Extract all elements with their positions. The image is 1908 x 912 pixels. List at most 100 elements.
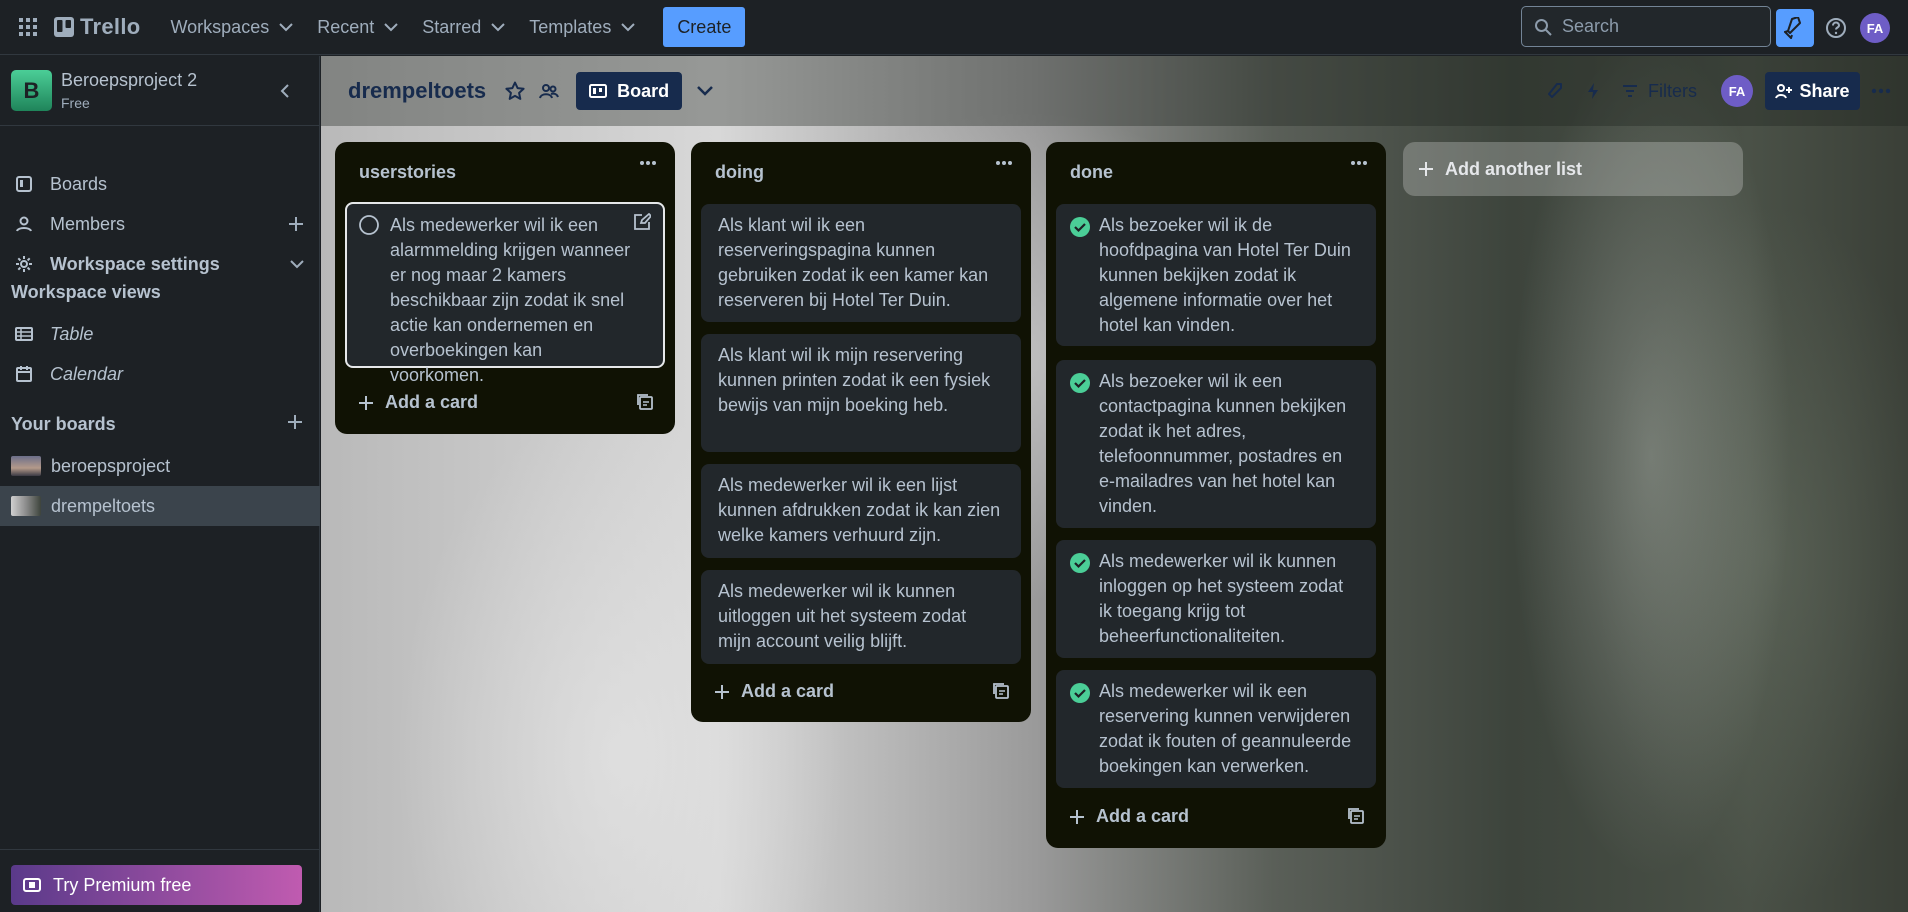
sidebar-board-drempeltoets[interactable]: drempeltoets [0, 486, 320, 526]
trello-logo[interactable]: Trello [54, 11, 141, 43]
plus-icon [1070, 809, 1084, 824]
board-view-icon [589, 84, 608, 98]
account-menu[interactable]: FA [1856, 9, 1894, 47]
nav-templates[interactable]: Templates [517, 11, 647, 43]
collapse-sidebar-button[interactable] [272, 78, 298, 104]
add-member-plus-icon[interactable] [288, 216, 304, 232]
add-card-button[interactable]: Add a card [1070, 806, 1189, 827]
notifications-rocket-button[interactable] [1776, 9, 1814, 47]
search-icon [1535, 18, 1552, 36]
add-card-button[interactable]: Add a card [359, 392, 478, 413]
share-button[interactable]: Share [1765, 72, 1860, 110]
card-text: Als medewerker wil ik een lijst kunnen a… [718, 475, 1001, 545]
visibility-icon[interactable] [536, 78, 562, 104]
check-circle-icon[interactable] [1070, 217, 1090, 237]
megaphone-icon [1784, 17, 1801, 39]
card[interactable]: Als medewerker wil ik een lijst kunnen a… [701, 464, 1021, 558]
card-text: Als bezoeker wil ik een contactpagina ku… [1099, 371, 1347, 516]
power-ups-rocket-icon[interactable] [1542, 78, 1568, 104]
list-menu-icon[interactable] [639, 160, 657, 166]
card-template-icon[interactable] [1348, 808, 1364, 824]
plus-icon [715, 684, 729, 699]
sidebar-item-label: Workspace settings [50, 253, 220, 274]
list-title[interactable]: userstories [359, 162, 456, 183]
edit-pencil-icon[interactable] [633, 213, 651, 231]
check-circle-icon[interactable] [1070, 373, 1090, 393]
board-title[interactable]: drempeltoets [348, 78, 486, 104]
card[interactable]: Als medewerker wil ik een alarmmelding k… [345, 202, 665, 385]
chevron-down-icon[interactable] [692, 78, 718, 104]
nav-workspaces-label: Workspaces [170, 16, 270, 37]
add-person-icon [1775, 84, 1793, 99]
table-icon [15, 327, 33, 341]
plus-icon [359, 395, 373, 410]
filters-button[interactable]: Filters [1622, 81, 1697, 102]
card-template-icon[interactable] [637, 394, 653, 410]
chevron-left-icon [280, 84, 289, 98]
list-title[interactable]: doing [715, 162, 764, 183]
card-text: Als medewerker wil ik kunnen uitloggen u… [718, 581, 967, 651]
share-label: Share [1799, 80, 1850, 101]
chevron-down-icon [384, 22, 398, 31]
list-title[interactable]: done [1070, 162, 1113, 183]
add-another-list-button[interactable]: Add another list [1403, 142, 1743, 196]
try-premium-button[interactable]: Try Premium free [11, 865, 302, 905]
card-text: Als medewerker wil ik kunnen inloggen op… [1099, 551, 1344, 646]
check-circle-icon[interactable] [1070, 553, 1090, 573]
card[interactable]: Als medewerker wil ik kunnen inloggen op… [1056, 540, 1376, 658]
unchecked-circle-icon[interactable] [359, 215, 379, 235]
card[interactable]: Als bezoeker wil ik de hoofdpagina van H… [1056, 204, 1376, 346]
workspace-logo[interactable]: B [11, 70, 52, 111]
nav-recent[interactable]: Recent [305, 11, 410, 43]
chevron-down-icon[interactable] [290, 259, 304, 269]
add-card-button[interactable]: Add a card [715, 681, 834, 702]
chevron-down-icon [491, 22, 505, 31]
divider [0, 849, 320, 850]
check-circle-icon[interactable] [1070, 683, 1090, 703]
nav-workspaces[interactable]: Workspaces [159, 11, 306, 43]
board-member-avatar[interactable]: FA [1721, 75, 1753, 107]
card[interactable]: Als klant wil ik een reserveringspagina … [701, 204, 1021, 322]
workspace-plan: Free [61, 95, 90, 111]
sidebar-item-calendar[interactable]: Calendar [0, 354, 320, 394]
help-button[interactable] [1817, 9, 1855, 47]
list-menu-icon[interactable] [1350, 160, 1368, 166]
calendar-icon [16, 366, 32, 382]
card-text: Als klant wil ik mijn reservering kunnen… [718, 345, 991, 415]
card[interactable]: Als klant wil ik mijn reservering kunnen… [701, 334, 1021, 452]
sidebar-item-members[interactable]: Members [0, 204, 320, 244]
card[interactable]: Als medewerker wil ik een reservering ku… [1056, 670, 1376, 788]
card[interactable]: Als bezoeker wil ik een contactpagina ku… [1056, 360, 1376, 528]
board-view-button[interactable]: Board [576, 72, 683, 110]
nav-starred[interactable]: Starred [410, 11, 517, 43]
card[interactable]: Als medewerker wil ik kunnen uitloggen u… [701, 570, 1021, 664]
avatar: FA [1721, 75, 1753, 107]
workspace-name[interactable]: Beroepsproject 2 [61, 70, 197, 91]
create-button[interactable]: Create [663, 7, 746, 47]
nav-recent-label: Recent [317, 16, 375, 37]
sidebar-item-boards[interactable]: Boards [0, 164, 320, 204]
sidebar-item-label: Boards [50, 173, 108, 194]
list-userstories[interactable]: userstories Als medewerker wil ik een al… [335, 142, 675, 434]
list-doing[interactable]: doing Als klant wil ik een reserveringsp… [691, 142, 1031, 722]
search-placeholder: Search [1562, 16, 1620, 36]
search-input[interactable]: Search [1521, 6, 1771, 47]
gear-icon [16, 256, 32, 272]
filter-icon [1623, 85, 1637, 97]
logo-text: Trello [80, 14, 141, 39]
sidebar-item-table[interactable]: Table [0, 314, 320, 354]
more-options-icon[interactable] [1868, 78, 1894, 104]
sidebar-item-workspace-settings[interactable]: Workspace settings [0, 244, 320, 284]
workspace-views-heading: Workspace views [11, 282, 161, 302]
star-icon[interactable] [502, 78, 528, 104]
app-switcher-icon[interactable] [10, 9, 46, 45]
list-done[interactable]: done Als bezoeker wil ik de hoofdpagina … [1046, 142, 1386, 848]
board-canvas: drempeltoets Board Filters FA Share user… [321, 56, 1908, 912]
card-template-icon[interactable] [993, 683, 1009, 699]
automation-lightning-icon[interactable] [1580, 78, 1606, 104]
list-menu-icon[interactable] [995, 160, 1013, 166]
add-card-label: Add a card [741, 681, 835, 701]
add-board-plus-icon[interactable] [287, 414, 303, 430]
sidebar-board-beroepsproject[interactable]: beroepsproject [0, 446, 320, 486]
sidebar: B Beroepsproject 2 Free Boards Members W… [0, 56, 320, 912]
